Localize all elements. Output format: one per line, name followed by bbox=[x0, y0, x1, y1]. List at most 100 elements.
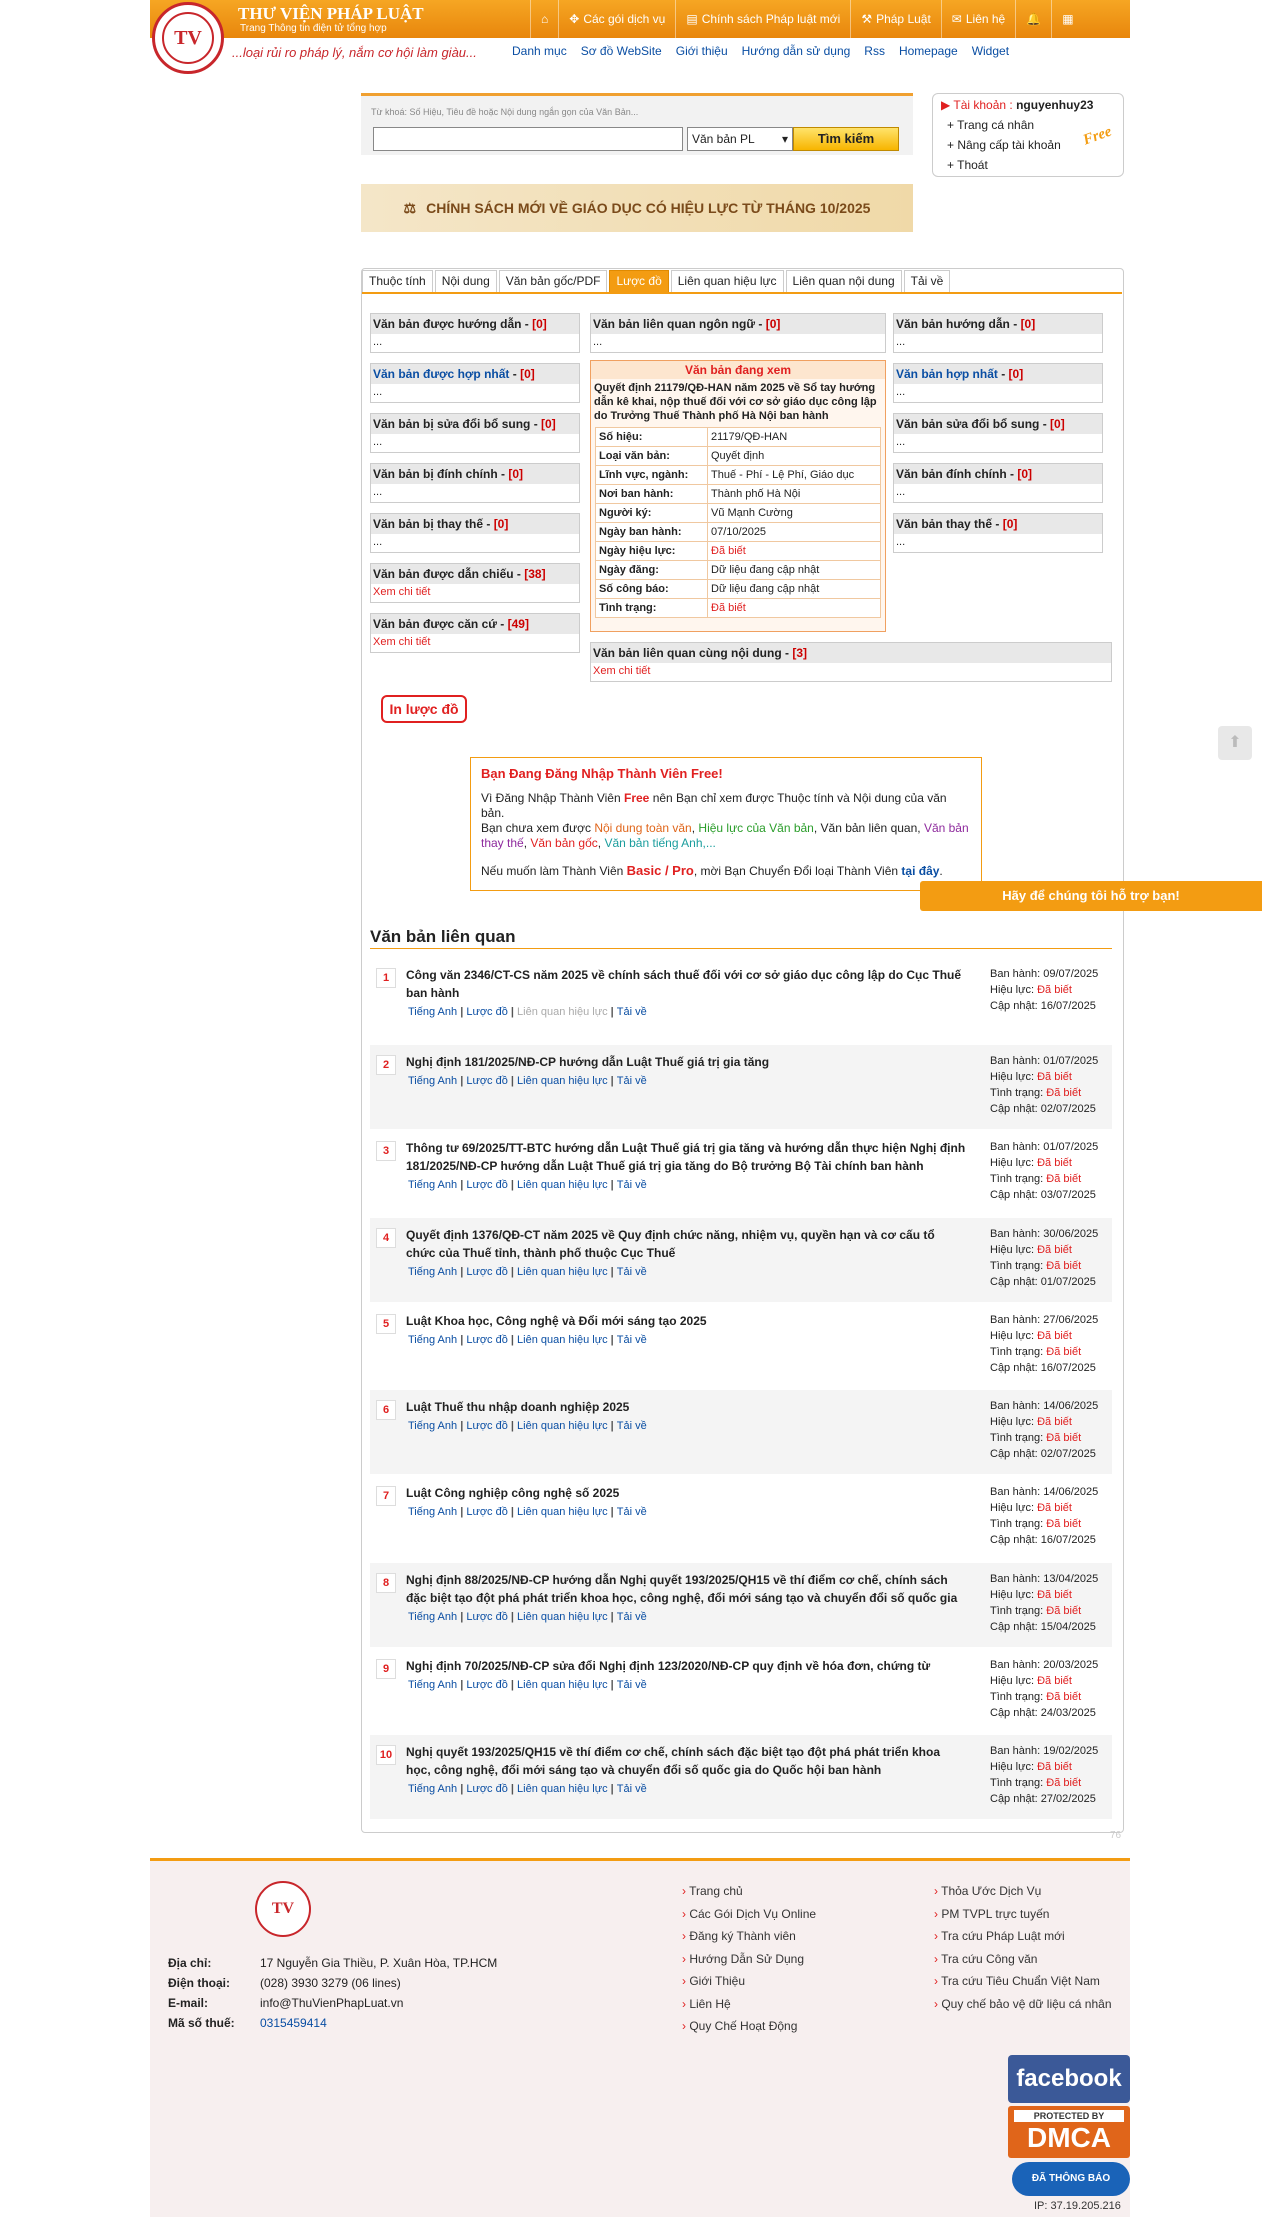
sublink-6[interactable]: Widget bbox=[972, 44, 1009, 58]
related-link[interactable]: Tải về bbox=[617, 1783, 647, 1795]
related-title[interactable]: Nghị quyết 193/2025/QH15 về thí điểm cơ … bbox=[406, 1743, 966, 1779]
related-link[interactable]: Tải về bbox=[617, 1420, 647, 1432]
footer-link[interactable]: Tra cứu Tiêu Chuẩn Việt Nam bbox=[934, 1974, 1100, 1988]
related-link[interactable]: Tiếng Anh bbox=[408, 1611, 457, 1623]
box-title[interactable]: Văn bản bị thay thế bbox=[373, 517, 483, 531]
sublink-4[interactable]: Rss bbox=[864, 44, 885, 58]
related-title[interactable]: Nghị định 181/2025/NĐ-CP hướng dẫn Luật … bbox=[406, 1053, 966, 1071]
related-link[interactable]: Liên quan hiệu lực bbox=[517, 1611, 608, 1623]
tab-3[interactable]: Lược đồ bbox=[609, 270, 669, 292]
account-item[interactable]: + Thoát bbox=[947, 158, 1115, 172]
related-title[interactable]: Công văn 2346/CT-CS năm 2025 về chính sá… bbox=[406, 966, 966, 1002]
related-link[interactable]: Tải về bbox=[617, 1334, 647, 1346]
sublink-0[interactable]: Danh mục bbox=[512, 44, 567, 58]
related-link[interactable]: Tải về bbox=[617, 1006, 647, 1018]
related-link[interactable]: Tiếng Anh bbox=[408, 1179, 457, 1191]
box-title[interactable]: Văn bản được dẫn chiếu bbox=[373, 567, 514, 581]
related-link[interactable]: Tiếng Anh bbox=[408, 1006, 457, 1018]
nav-item-6[interactable]: ▦ bbox=[1051, 0, 1083, 38]
sublink-2[interactable]: Giới thiệu bbox=[676, 44, 728, 58]
box-title[interactable]: Văn bản hướng dẫn bbox=[896, 317, 1010, 331]
related-title[interactable]: Nghị định 88/2025/NĐ-CP hướng dẫn Nghị q… bbox=[406, 1571, 966, 1607]
sublink-3[interactable]: Hướng dẫn sử dụng bbox=[742, 44, 851, 58]
box-title[interactable]: Văn bản đính chính bbox=[896, 467, 1007, 481]
related-title[interactable]: Nghị định 70/2025/NĐ-CP sửa đổi Nghị địn… bbox=[406, 1657, 966, 1675]
related-link[interactable]: Tải về bbox=[617, 1266, 647, 1278]
related-link[interactable]: Liên quan hiệu lực bbox=[517, 1679, 608, 1691]
contact-value[interactable]: 0315459414 bbox=[260, 2016, 327, 2030]
registered-badge[interactable]: ĐÃ THÔNG BÁO bbox=[1012, 2162, 1130, 2196]
box-title[interactable]: Văn bản được hợp nhất bbox=[373, 367, 509, 381]
related-link[interactable]: Tiếng Anh bbox=[408, 1506, 457, 1518]
related-link[interactable]: Tải về bbox=[617, 1179, 647, 1191]
nav-item-0[interactable]: ⌂ bbox=[530, 0, 558, 38]
tab-5[interactable]: Liên quan nội dung bbox=[785, 270, 902, 292]
doc-type-select[interactable]: Văn bản PL ▾ bbox=[687, 127, 793, 151]
related-link[interactable]: Tải về bbox=[617, 1611, 647, 1623]
tab-2[interactable]: Văn bản gốc/PDF bbox=[498, 270, 608, 292]
box-title[interactable]: Văn bản thay thế bbox=[896, 517, 992, 531]
box-title[interactable]: Văn bản được hướng dẫn bbox=[373, 317, 521, 331]
footer-link[interactable]: Các Gói Dịch Vụ Online bbox=[682, 1907, 816, 1921]
related-link[interactable]: Lược đồ bbox=[466, 1006, 508, 1018]
related-link[interactable]: Liên quan hiệu lực bbox=[517, 1266, 608, 1278]
related-link[interactable]: Lược đồ bbox=[466, 1420, 508, 1432]
related-link[interactable]: Lược đồ bbox=[466, 1611, 508, 1623]
related-link[interactable]: Liên quan hiệu lực bbox=[517, 1179, 608, 1191]
box-title[interactable]: Văn bản bị đính chính bbox=[373, 467, 498, 481]
footer-link[interactable]: Thỏa Ước Dịch Vụ bbox=[934, 1884, 1041, 1898]
related-link[interactable]: Liên quan hiệu lực bbox=[517, 1506, 608, 1518]
help-button[interactable]: Hãy để chúng tôi hỗ trợ bạn! bbox=[920, 881, 1262, 911]
sublink-1[interactable]: Sơ đồ WebSite bbox=[581, 44, 662, 58]
related-link[interactable]: Tải về bbox=[617, 1506, 647, 1518]
related-link[interactable]: Tiếng Anh bbox=[408, 1334, 457, 1346]
related-link[interactable]: Lược đồ bbox=[466, 1075, 508, 1087]
nav-item-4[interactable]: ✉ Liên hệ bbox=[940, 0, 1015, 38]
nav-item-2[interactable]: ▤ Chính sách Pháp luật mới bbox=[675, 0, 850, 38]
related-title[interactable]: Thông tư 69/2025/TT-BTC hướng dẫn Luật T… bbox=[406, 1139, 966, 1175]
facebook-badge[interactable]: facebook bbox=[1008, 2055, 1130, 2103]
print-diagram-button[interactable]: In lược đồ bbox=[381, 695, 467, 723]
tab-0[interactable]: Thuộc tính bbox=[362, 270, 433, 292]
tab-1[interactable]: Nội dung bbox=[434, 270, 497, 292]
related-link[interactable]: Tiếng Anh bbox=[408, 1266, 457, 1278]
related-link[interactable]: Lược đồ bbox=[466, 1266, 508, 1278]
footer-link[interactable]: Tra cứu Công văn bbox=[934, 1952, 1037, 1966]
related-title[interactable]: Luật Khoa học, Công nghệ và Đổi mới sáng… bbox=[406, 1312, 966, 1330]
box-title[interactable]: Văn bản sửa đổi bổ sung bbox=[896, 417, 1039, 431]
footer-link[interactable]: Liên Hệ bbox=[682, 1997, 730, 2011]
related-link[interactable]: Liên quan hiệu lực bbox=[517, 1006, 608, 1018]
related-title[interactable]: Quyết định 1376/QĐ-CT năm 2025 về Quy đị… bbox=[406, 1226, 966, 1262]
nav-item-1[interactable]: ✥ Các gói dịch vụ bbox=[558, 0, 675, 38]
scroll-top-button[interactable]: ⬆ bbox=[1218, 726, 1252, 760]
related-link[interactable]: Liên quan hiệu lực bbox=[517, 1783, 608, 1795]
footer-link[interactable]: Đăng ký Thành viên bbox=[682, 1929, 796, 1943]
related-link[interactable]: Lược đồ bbox=[466, 1334, 508, 1346]
box-body[interactable]: Xem chi tiết bbox=[371, 634, 579, 652]
box-body[interactable]: Xem chi tiết bbox=[371, 584, 579, 602]
brand-title[interactable]: THƯ VIỆN PHÁP LUẬT bbox=[238, 4, 424, 24]
nav-item-5[interactable]: 🔔 bbox=[1015, 0, 1051, 38]
site-logo[interactable]: TV bbox=[152, 2, 224, 74]
related-link[interactable]: Tiếng Anh bbox=[408, 1420, 457, 1432]
related-link[interactable]: Liên quan hiệu lực bbox=[517, 1420, 608, 1432]
related-link[interactable]: Lược đồ bbox=[466, 1679, 508, 1691]
sublink-5[interactable]: Homepage bbox=[899, 44, 958, 58]
tab-4[interactable]: Liên quan hiệu lực bbox=[670, 270, 784, 292]
related-link[interactable]: Tiếng Anh bbox=[408, 1783, 457, 1795]
related-link[interactable]: Lược đồ bbox=[466, 1179, 508, 1191]
box-title[interactable]: Văn bản hợp nhất bbox=[896, 367, 998, 381]
box-title[interactable]: Văn bản bị sửa đổi bổ sung bbox=[373, 417, 530, 431]
policy-banner[interactable]: ⚖ CHÍNH SÁCH MỚI VỀ GIÁO DỤC CÓ HIỆU LỰC … bbox=[361, 184, 913, 232]
footer-link[interactable]: Trang chủ bbox=[682, 1884, 743, 1898]
tab-6[interactable]: Tải về bbox=[903, 270, 951, 292]
footer-link[interactable]: Tra cứu Pháp Luật mới bbox=[934, 1929, 1065, 1943]
nav-item-3[interactable]: ⚒ Pháp Luật bbox=[850, 0, 940, 38]
footer-link[interactable]: Hướng Dẫn Sử Dụng bbox=[682, 1952, 804, 1966]
search-input[interactable] bbox=[373, 127, 683, 151]
related-link[interactable]: Lược đồ bbox=[466, 1783, 508, 1795]
related-link[interactable]: Liên quan hiệu lực bbox=[517, 1075, 608, 1087]
footer-link[interactable]: Quy Chế Hoạt Động bbox=[682, 2019, 797, 2033]
search-button[interactable]: Tìm kiếm bbox=[793, 127, 899, 151]
box-title[interactable]: Văn bản được căn cứ bbox=[373, 617, 497, 631]
